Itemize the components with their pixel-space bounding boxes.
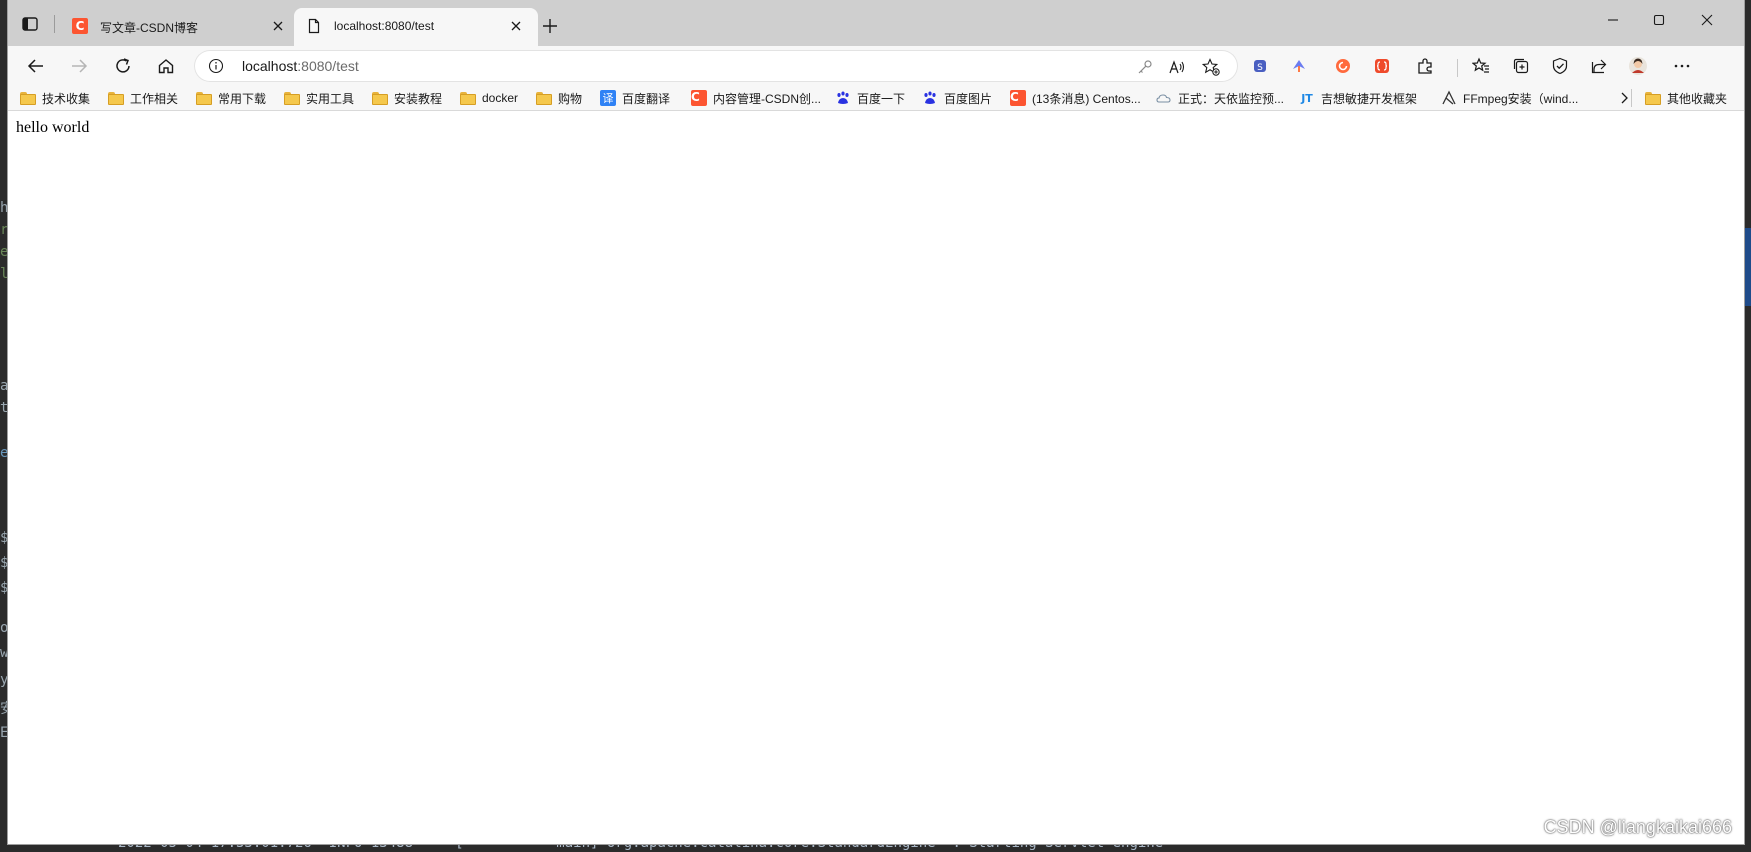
site-info-icon[interactable] [208,58,224,74]
tab-localhost[interactable]: localhost:8080/test [294,8,538,46]
folder-icon [536,91,552,105]
csdn-icon: C [72,18,88,34]
folder-icon [1645,91,1661,105]
extension-code-icon[interactable] [1367,51,1397,81]
folder-icon [108,91,124,105]
navigation-toolbar: localhost:8080/test S [8,46,1744,86]
bookmark-item[interactable]: 常用下载 [196,88,266,108]
extension-bird-icon[interactable] [1284,51,1314,81]
bookmarks-bar: 技术收集 工作相关 常用下载 实用工具 安装教程 docker 购物 译百度翻译… [8,86,1744,111]
bookmark-item[interactable]: C (13条消息) Centos... [1010,88,1141,108]
bookmark-item[interactable]: FFmpeg安装（wind... [1441,88,1578,108]
bookmark-label: 实用工具 [306,91,355,106]
close-tab-icon[interactable] [268,16,288,36]
tab-title: localhost:8080/test [334,19,435,33]
bookmark-label: 内容管理-CSDN创... [713,91,822,106]
ide-scroll-indicator [1744,228,1751,306]
bookmark-label: 百度翻译 [622,91,671,106]
add-favorite-icon[interactable] [1198,54,1224,80]
bookmark-item[interactable]: 百度图片 [922,88,992,108]
tab-title: 写文章-CSDN博客 [100,21,198,35]
address-bar[interactable]: localhost:8080/test [194,50,1238,82]
read-aloud-icon[interactable] [1164,54,1190,80]
extension-refresh-icon[interactable] [1328,51,1358,81]
minimize-button[interactable] [1590,0,1636,40]
csdn-icon: C [1010,90,1026,106]
bookmark-item[interactable]: docker [460,88,518,108]
other-favorites[interactable]: 其他收藏夹 [1645,88,1727,108]
bookmark-item[interactable]: 技术收集 [20,88,90,108]
bookmark-label: 购物 [558,91,583,106]
back-button[interactable] [21,51,51,81]
bookmark-item[interactable]: 百度一下 [835,88,905,108]
baidu-icon [922,90,938,106]
csdn-watermark: CSDN @liangkaikai666 [1543,817,1732,837]
url-path: :8080/test [297,58,359,74]
chevron-right-icon [1616,90,1632,106]
bookmark-label: docker [482,91,519,105]
bookmark-item[interactable]: 译百度翻译 [600,88,670,108]
bookmark-item[interactable]: 安装教程 [372,88,442,108]
tab-strip: C 写文章-CSDN博客 localhost:8080/test [8,0,1744,46]
bookmark-label: 工作相关 [130,91,179,106]
bookmark-label: 常用下载 [218,91,267,106]
tab-actions-icon[interactable] [20,14,40,34]
bookmark-label: FFmpeg安装（wind... [1463,91,1579,106]
page-body-text: hello world [16,119,90,136]
toolbar-separator [1457,59,1458,77]
close-tab-icon[interactable] [506,16,526,36]
translate-icon: 译 [600,90,616,106]
tab-csdn-write[interactable]: C 写文章-CSDN博客 [60,8,300,46]
cloud-icon [1156,90,1172,106]
folder-icon [284,91,300,105]
jt-icon: JT [1301,91,1313,105]
refresh-button[interactable] [108,51,138,81]
baidu-icon [835,90,851,106]
bookmark-label: 其他收藏夹 [1667,91,1728,106]
folder-icon [20,91,36,105]
csdn-icon: C [691,90,707,106]
page-icon [306,18,322,34]
bookmark-label: 百度一下 [857,91,906,106]
extensions-puzzle-icon[interactable] [1410,51,1440,81]
extension-dev-icon[interactable]: S [1245,51,1275,81]
bookmark-label: 百度图片 [944,91,993,106]
ffmpeg-icon [1441,90,1457,106]
forward-button[interactable] [64,51,94,81]
bookmark-label: 吉想敏捷开发框架 [1321,91,1418,106]
bookmark-item[interactable]: 购物 [536,88,582,108]
page-content: hello world CSDN @liangkaikai666 [8,111,1744,844]
share-icon[interactable] [1584,51,1614,81]
bookmark-label: 安装教程 [394,91,443,106]
url-host: localhost [242,58,298,74]
bookmarks-overflow-button[interactable] [1616,88,1632,108]
bookmarks-separator [1631,89,1632,107]
browser-window: C 写文章-CSDN博客 localhost:8080/test localho… [8,0,1744,844]
bookmark-item[interactable]: 工作相关 [108,88,178,108]
bookmark-label: 正式：天依监控预... [1178,91,1285,106]
ide-left-edge: h r e l a t e $ $ $ o w y 安 E [0,100,8,852]
bookmark-label: (13条消息) Centos... [1032,91,1141,106]
bookmark-item[interactable]: 实用工具 [284,88,354,108]
collections-icon[interactable] [1506,51,1536,81]
maximize-button[interactable] [1636,0,1682,40]
bookmark-item[interactable]: C 内容管理-CSDN创... [691,88,821,108]
browser-essentials-icon[interactable] [1545,51,1575,81]
more-menu-icon[interactable] [1667,51,1697,81]
password-key-icon[interactable] [1132,54,1158,80]
profile-avatar[interactable] [1623,51,1653,81]
folder-icon [460,91,476,105]
tab-separator [54,15,55,33]
bookmark-item[interactable]: 正式：天依监控预... [1156,88,1284,108]
favorites-icon[interactable] [1466,51,1496,81]
svg-text:S: S [1257,63,1263,73]
folder-icon [372,91,388,105]
new-tab-button[interactable] [536,12,564,40]
home-button[interactable] [151,51,181,81]
folder-icon [196,91,212,105]
bookmark-label: 技术收集 [42,91,91,106]
close-window-button[interactable] [1684,0,1730,40]
url-text: localhost:8080/test [242,58,359,74]
bookmark-item[interactable]: JT 吉想敏捷开发框架 [1299,88,1417,108]
